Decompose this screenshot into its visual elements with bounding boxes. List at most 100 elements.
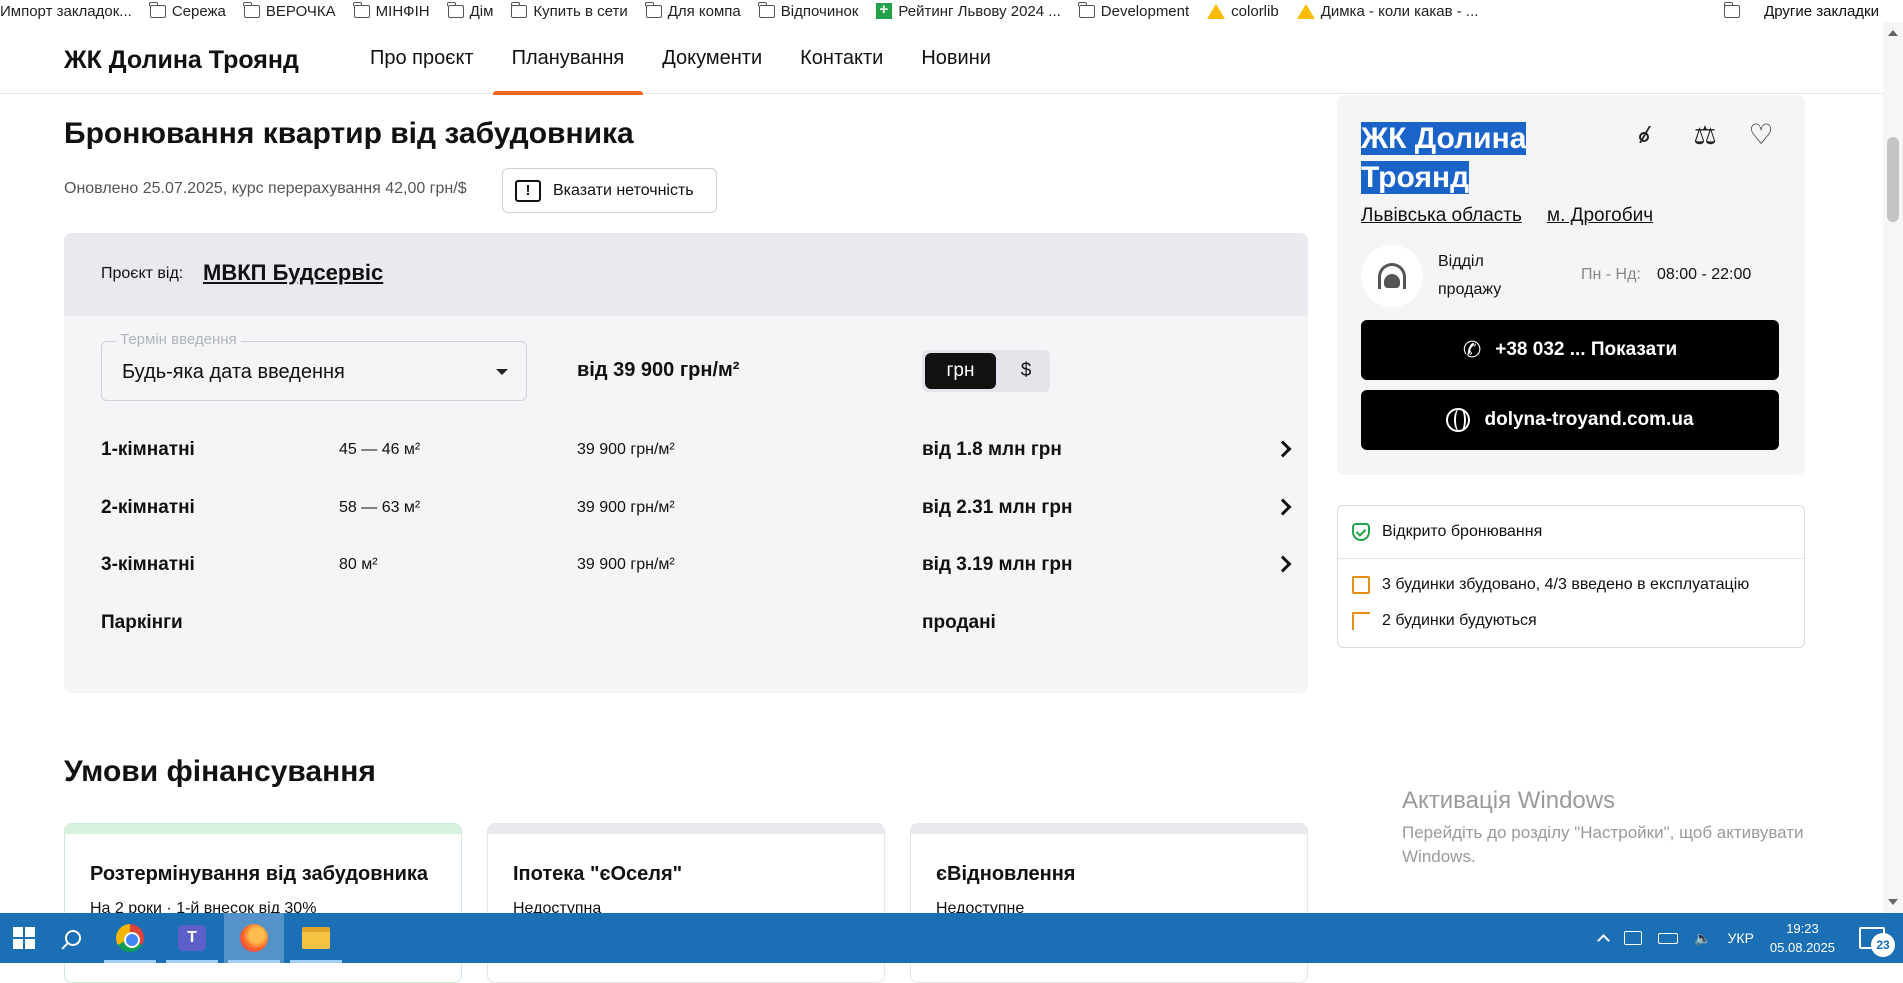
globe-icon — [1446, 408, 1471, 432]
hours-value: 08:00 - 22:00 — [1657, 266, 1752, 283]
folder-icon — [758, 1, 775, 18]
shield-check-icon — [1352, 523, 1370, 541]
nav-contacts[interactable]: Контакти — [781, 22, 902, 94]
chevron-up-icon[interactable] — [1597, 934, 1610, 947]
drive-icon — [1296, 3, 1315, 19]
folder-icon — [243, 1, 260, 18]
clock[interactable]: 19:23 05.08.2025 — [1770, 919, 1835, 957]
currency-toggle: грн $ — [922, 350, 1050, 392]
bookmark-colorlib[interactable]: colorlib — [1207, 3, 1279, 20]
drive-icon — [1207, 3, 1226, 19]
completion-date-select[interactable]: Термін введення Будь-яка дата введення — [101, 331, 527, 401]
bookmark-import[interactable]: Импорт закладок... — [0, 3, 132, 20]
region-link[interactable]: Львівська область — [1361, 205, 1522, 227]
select-legend: Термін введення — [116, 331, 241, 348]
report-inaccuracy-button[interactable]: ! Вказати неточність — [502, 168, 717, 213]
apartment-row[interactable]: 3-кімнатні 80 м² 39 900 грн/м² від 3.19 … — [101, 550, 1292, 580]
heart-icon[interactable]: ♡ — [1747, 121, 1775, 149]
bookmark-other[interactable]: Другие закладки — [1723, 0, 1879, 22]
folder-icon — [1723, 1, 1741, 18]
status-building: 2 будинки будуються — [1352, 612, 1537, 630]
hours-label: Пн - Нд: — [1581, 266, 1641, 283]
complex-title: ЖК Долина Троянд — [1361, 122, 1527, 194]
folder-icon — [510, 1, 528, 18]
bookmark-kupit[interactable]: Купить в сети — [510, 1, 628, 20]
sales-avatar — [1361, 245, 1423, 307]
apartment-total: від 2.31 млн грн — [922, 497, 1073, 518]
updated-note: Оновлено 25.07.2025, курс перерахування … — [64, 180, 467, 197]
website-button[interactable]: dolyna-troyand.com.ua — [1361, 390, 1779, 450]
file-explorer-icon — [302, 927, 330, 949]
bookmark-development[interactable]: Development — [1078, 1, 1189, 20]
apartment-price-m2: 39 900 грн/м² — [577, 441, 675, 458]
nav-news[interactable]: Новини — [902, 22, 1010, 94]
taskbar-firefox[interactable] — [224, 913, 284, 963]
booking-panel: Проєкт від: МВКП Будсервіс Термін введен… — [64, 233, 1308, 693]
page-scrollbar[interactable] — [1883, 22, 1903, 913]
bookmarks-bar: Импорт закладок... Сережа ВЕРОЧКА МІНФІН… — [0, 0, 1903, 22]
network-icon[interactable] — [1624, 931, 1643, 945]
developer-link[interactable]: МВКП Будсервіс — [203, 260, 383, 286]
chevron-right-icon[interactable] — [1274, 498, 1292, 516]
card-accent-bar — [65, 824, 461, 834]
card-title: єВідновлення — [936, 863, 1076, 885]
bookmark-minfin[interactable]: МІНФІН — [353, 1, 430, 20]
nav-documents[interactable]: Документи — [643, 22, 781, 94]
document-icon — [1352, 576, 1370, 594]
site-logo[interactable]: ЖК Долина Троянд — [64, 46, 299, 75]
taskbar-chrome[interactable] — [100, 913, 160, 963]
start-button[interactable] — [0, 913, 48, 963]
scroll-thumb[interactable] — [1887, 137, 1899, 222]
notification-count: 23 — [1871, 933, 1895, 957]
headset-icon — [1378, 263, 1406, 289]
parking-row: Паркінги продані — [101, 608, 1281, 638]
parking-type: Паркінги — [101, 612, 183, 633]
speaker-icon[interactable]: 🔈 — [1694, 930, 1711, 947]
project-label: Проєкт від: — [101, 265, 184, 282]
bookmark-reyting[interactable]: Рейтинг Львову 2024 ... — [876, 1, 1061, 20]
chevron-right-icon[interactable] — [1274, 555, 1292, 573]
report-icon: ! — [515, 179, 541, 202]
windows-logo-icon — [13, 927, 35, 949]
show-phone-button[interactable]: ✆ +38 032 ... Показати — [1361, 320, 1779, 380]
teams-icon: T — [178, 925, 206, 951]
apartment-row[interactable]: 2-кімнатні 58 — 63 м² 39 900 грн/м² від … — [101, 493, 1292, 523]
windows-activation-watermark: Активація Windows Перейдіть до розділу "… — [1402, 787, 1804, 866]
bookmark-vidpochynok[interactable]: Відпочинок — [758, 1, 858, 20]
city-link[interactable]: м. Дрогобич — [1547, 205, 1653, 227]
nav-planning[interactable]: Планування — [492, 22, 644, 95]
currency-usd-button[interactable]: $ — [1006, 353, 1046, 389]
bookmark-verochka[interactable]: ВЕРОЧКА — [243, 1, 336, 20]
apartment-total: від 3.19 млн грн — [922, 554, 1073, 575]
bookmark-dim[interactable]: Дім — [447, 1, 493, 20]
apartment-price-m2: 39 900 грн/м² — [577, 499, 675, 516]
share-icon[interactable] — [1635, 121, 1663, 149]
language-indicator[interactable]: УКР — [1728, 930, 1754, 946]
phone-icon: ✆ — [1462, 337, 1482, 362]
page-title: Бронювання квартир від забудовника — [64, 117, 634, 150]
site-header: ЖК Долина Троянд Про проєкт Планування Д… — [0, 22, 1883, 95]
bookmark-dymka[interactable]: Димка - коли какав - ... — [1296, 3, 1478, 20]
compare-icon[interactable]: ⚖ — [1691, 121, 1719, 149]
taskbar-teams[interactable]: T — [162, 913, 222, 963]
scroll-up-icon[interactable] — [1888, 30, 1898, 36]
card-actions: ⚖ ♡ — [1635, 121, 1775, 149]
folder-icon — [149, 1, 166, 18]
apartment-type: 2-кімнатні — [101, 497, 195, 518]
complex-info-card: ЖК Долина Троянд ⚖ ♡ Львівська область м… — [1337, 95, 1805, 475]
search-button[interactable] — [48, 913, 98, 963]
taskbar-explorer[interactable] — [286, 913, 346, 963]
currency-uah-button[interactable]: грн — [925, 353, 996, 389]
chevron-right-icon[interactable] — [1274, 440, 1292, 458]
scroll-down-icon[interactable] — [1888, 899, 1898, 905]
notifications-icon[interactable]: 23 — [1859, 927, 1895, 957]
windows-taskbar: T 🔈 УКР 19:23 05.08.2025 23 — [0, 913, 1903, 963]
bookmark-dlya-kompa[interactable]: Для компа — [645, 1, 741, 20]
bookmark-seryozha[interactable]: Сережа — [149, 1, 226, 20]
project-bar: Проєкт від: МВКП Будсервіс — [64, 233, 1308, 316]
apartment-row[interactable]: 1-кімнатні 45 — 46 м² 39 900 грн/м² від … — [101, 435, 1292, 465]
divider — [1338, 558, 1804, 559]
battery-icon[interactable] — [1658, 932, 1679, 944]
nav-about[interactable]: Про проєкт — [351, 22, 493, 94]
status-booking-open: Відкрито бронювання — [1352, 523, 1542, 541]
